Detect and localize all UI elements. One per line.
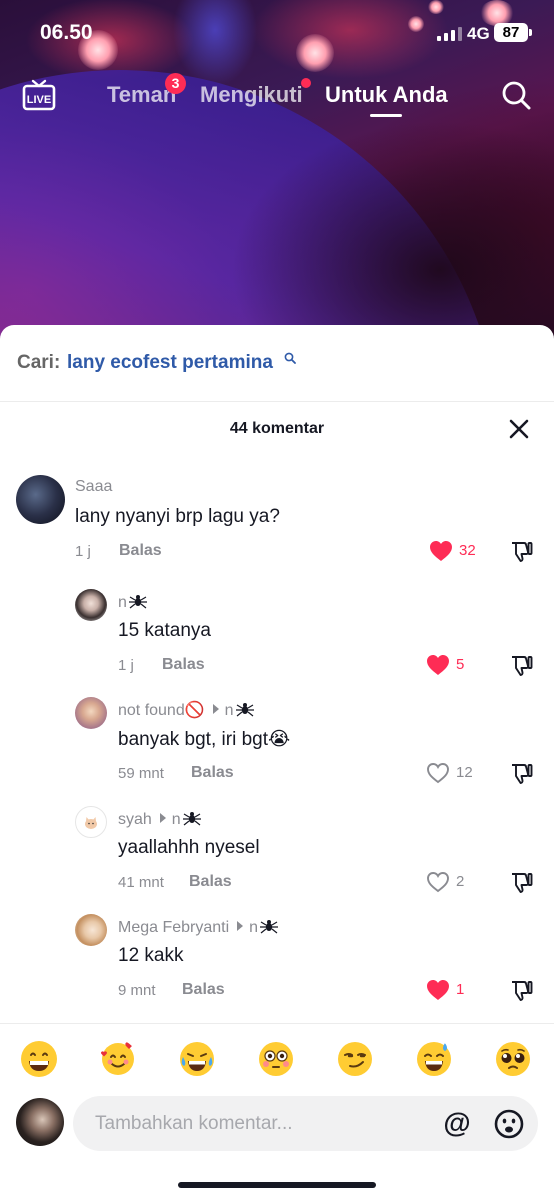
network-type: 4G bbox=[467, 24, 490, 43]
comment-text: 12 kakk bbox=[118, 945, 184, 966]
emoji-flushed[interactable] bbox=[257, 1040, 295, 1078]
comment-time: 59 mnt bbox=[118, 765, 164, 782]
heart-icon[interactable] bbox=[426, 654, 450, 676]
emoji-pleading[interactable] bbox=[494, 1040, 532, 1078]
smile-icon[interactable] bbox=[493, 1108, 525, 1140]
tab-for-you[interactable]: Untuk Anda bbox=[325, 82, 448, 108]
search-icon bbox=[284, 352, 296, 364]
comment-input-container[interactable]: @ bbox=[73, 1096, 538, 1151]
status-time: 06.50 bbox=[40, 21, 93, 44]
search-icon[interactable] bbox=[500, 79, 532, 111]
top-navigation: LIVE Teman 3 Mengikuti Untuk Anda bbox=[0, 64, 554, 124]
username-text: n bbox=[118, 594, 127, 611]
my-avatar[interactable] bbox=[16, 1098, 64, 1146]
emoji-tears-of-joy[interactable] bbox=[178, 1040, 216, 1078]
friends-notification-badge: 3 bbox=[165, 73, 186, 94]
like-count: 12 bbox=[456, 764, 473, 781]
like-count: 32 bbox=[459, 542, 476, 559]
like-count: 5 bbox=[456, 656, 465, 673]
username-text: Mega Febryanti bbox=[118, 919, 230, 936]
svg-text:LIVE: LIVE bbox=[27, 94, 51, 106]
comment-username[interactable]: Mega Febryanti n bbox=[118, 917, 279, 937]
following-notification-dot bbox=[301, 78, 311, 88]
comment-time: 9 mnt bbox=[118, 982, 156, 999]
home-indicator bbox=[178, 1182, 376, 1188]
reply-button[interactable]: Balas bbox=[119, 542, 162, 560]
status-bar: 06.50 4G 87 bbox=[0, 0, 554, 64]
spider-icon bbox=[235, 703, 254, 717]
comment-time: 41 mnt bbox=[118, 874, 164, 891]
comment-time: 1 j bbox=[118, 657, 134, 674]
comment-text: lany nyanyi brp lagu ya? bbox=[75, 506, 280, 527]
like-count: 2 bbox=[456, 873, 465, 890]
comment-input[interactable] bbox=[95, 1096, 425, 1151]
related-search[interactable]: Cari: lany ecofest pertamina bbox=[0, 325, 554, 402]
thumbs-down-icon[interactable] bbox=[509, 653, 533, 677]
comments-sheet: Cari: lany ecofest pertamina 44 komentar… bbox=[0, 325, 554, 1200]
active-tab-indicator bbox=[370, 114, 402, 117]
comment-reply-item: syah n yaallahhh nyesel 41 mnt Balas 2 bbox=[0, 804, 554, 912]
signal-strength-icon bbox=[437, 27, 462, 41]
close-icon[interactable] bbox=[508, 418, 530, 440]
comment-username[interactable]: syah n bbox=[118, 809, 201, 829]
heart-outline-icon[interactable] bbox=[426, 762, 450, 784]
emoji-smiling-hearts[interactable] bbox=[99, 1040, 137, 1078]
comment-input-row: @ bbox=[0, 1093, 554, 1200]
comments-header: 44 komentar bbox=[0, 402, 554, 460]
comment-username[interactable]: not found🚫 n bbox=[118, 700, 254, 720]
avatar[interactable] bbox=[75, 589, 107, 621]
reply-arrow-icon bbox=[212, 704, 219, 714]
reply-to-username: n bbox=[171, 811, 181, 828]
emoji-grinning[interactable] bbox=[20, 1040, 58, 1078]
reply-to-username: n bbox=[224, 702, 234, 719]
username-text: not found🚫 bbox=[118, 702, 205, 719]
thumbs-down-icon[interactable] bbox=[509, 978, 533, 1002]
heart-icon[interactable] bbox=[426, 979, 450, 1001]
comment-text: 15 katanya bbox=[118, 620, 211, 641]
spider-icon bbox=[128, 595, 147, 609]
comment-reply-item: not found🚫 n banyak bgt, iri bgt😭 59 mnt … bbox=[0, 695, 554, 803]
live-tv-icon[interactable]: LIVE bbox=[22, 78, 56, 112]
avatar[interactable] bbox=[75, 806, 107, 838]
reply-button[interactable]: Balas bbox=[162, 656, 205, 674]
reply-button[interactable]: Balas bbox=[191, 764, 234, 782]
at-mention-icon[interactable]: @ bbox=[441, 1108, 473, 1140]
tab-following[interactable]: Mengikuti bbox=[200, 82, 303, 108]
cat-avatar-icon bbox=[85, 817, 97, 829]
avatar[interactable] bbox=[75, 914, 107, 946]
emoji-quick-bar bbox=[0, 1023, 554, 1093]
username-text: syah bbox=[118, 811, 152, 828]
reply-button[interactable]: Balas bbox=[189, 873, 232, 891]
thumbs-down-icon[interactable] bbox=[509, 870, 533, 894]
avatar[interactable] bbox=[16, 475, 65, 524]
reply-arrow-icon bbox=[237, 921, 244, 931]
comment-time: 1 j bbox=[75, 543, 91, 560]
battery-icon: 87 bbox=[494, 23, 532, 42]
thumbs-down-icon[interactable] bbox=[509, 761, 533, 785]
spider-icon bbox=[182, 812, 201, 826]
comment-text: yaallahhh nyesel bbox=[118, 837, 260, 858]
like-count: 1 bbox=[456, 981, 465, 998]
heart-icon[interactable] bbox=[429, 540, 453, 562]
comment-item: Saaa lany nyanyi brp lagu ya? 1 j Balas … bbox=[0, 473, 554, 583]
comment-username[interactable]: n bbox=[118, 592, 147, 612]
heart-outline-icon[interactable] bbox=[426, 871, 450, 893]
comment-reply-item: n 15 katanya 1 j Balas 5 bbox=[0, 587, 554, 695]
reply-arrow-icon bbox=[159, 813, 166, 823]
comment-text: banyak bgt, iri bgt😭 bbox=[118, 729, 291, 750]
emoji-smirk[interactable] bbox=[336, 1040, 374, 1078]
thumbs-down-icon[interactable] bbox=[509, 539, 533, 563]
stage-shadow bbox=[230, 120, 554, 360]
comment-username[interactable]: Saaa bbox=[75, 478, 112, 496]
reply-to-username: n bbox=[249, 919, 259, 936]
comment-count: 44 komentar bbox=[229, 420, 325, 437]
emoji-sweat-smile[interactable] bbox=[415, 1040, 453, 1078]
avatar[interactable] bbox=[75, 697, 107, 729]
reply-button[interactable]: Balas bbox=[182, 981, 225, 999]
spider-icon bbox=[260, 920, 279, 934]
comment-reply-item: Mega Febryanti n 12 kakk 9 mnt Balas 1 bbox=[0, 912, 554, 1020]
search-prefix: Cari: bbox=[17, 352, 61, 373]
search-query-link[interactable]: lany ecofest pertamina bbox=[67, 352, 273, 374]
